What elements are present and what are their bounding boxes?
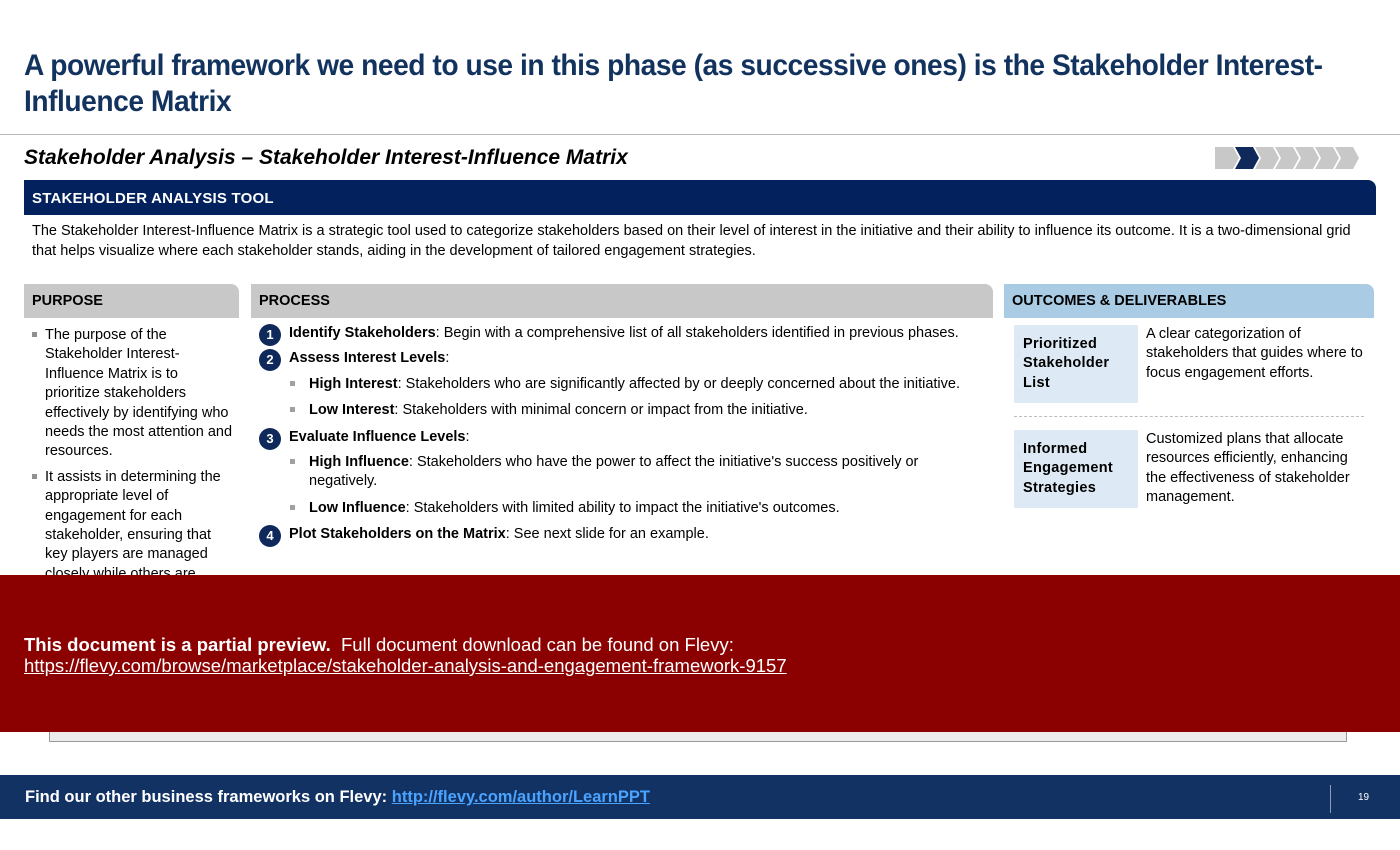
process-sub-item: Low Interest: Stakeholders with minimal … xyxy=(258,401,988,420)
sub-item-title: Low Influence xyxy=(309,499,406,516)
outcomes-header: OUTCOMES & DELIVERABLES xyxy=(1004,284,1374,318)
purpose-header: PURPOSE xyxy=(24,284,239,318)
step-number-badge: 3 xyxy=(259,427,281,450)
sub-item-text: : Stakeholders with limited ability to i… xyxy=(405,499,840,516)
footer-bar: Find our other business frameworks on Fl… xyxy=(0,775,1400,819)
outcome-item: Prioritized Stakeholder List A clear cat… xyxy=(1014,325,1364,403)
step-title: Assess Interest Levels xyxy=(289,350,446,367)
purpose-item-text: It assists in determining the appropriat… xyxy=(45,468,221,582)
square-bullet-icon xyxy=(290,504,295,510)
step-title: Plot Stakeholders on the Matrix xyxy=(289,526,506,543)
step-number-badge: 1 xyxy=(259,324,281,346)
preview-text: Full document download can be found on F… xyxy=(341,634,734,655)
slide-subtitle: Stakeholder Analysis – Stakeholder Inter… xyxy=(24,146,628,169)
footer-divider xyxy=(1330,785,1331,813)
chevron-step-1-icon xyxy=(1215,147,1239,169)
sub-item-text: : Stakeholders with minimal concern or i… xyxy=(394,402,808,419)
process-step: 2 Assess Interest Levels: xyxy=(258,349,988,372)
sub-item-text: : Stakeholders who are significantly aff… xyxy=(397,375,960,392)
process-step: 1 Identify Stakeholders: Begin with a co… xyxy=(258,324,988,346)
outcome-divider xyxy=(1014,416,1364,417)
outcome-label: Prioritized Stakeholder List xyxy=(1014,325,1138,403)
page-number: 19 xyxy=(1358,792,1370,803)
step-text: : xyxy=(465,428,470,445)
step-text: : See next slide for an example. xyxy=(505,526,709,543)
purpose-item: It assists in determining the appropriat… xyxy=(30,468,235,584)
tool-header: STAKEHOLDER ANALYSIS TOOL xyxy=(24,180,1376,215)
preview-message: This document is a partial preview. Full… xyxy=(24,634,787,676)
progress-chevrons xyxy=(1215,147,1359,169)
step-text: : Begin with a comprehensive list of all… xyxy=(435,325,959,341)
square-bullet-icon xyxy=(32,473,37,479)
outcome-text: Customized plans that allocate resources… xyxy=(1146,431,1350,506)
step-title: Identify Stakeholders xyxy=(289,325,436,341)
title-divider xyxy=(0,134,1400,135)
step-number-badge: 2 xyxy=(259,349,281,372)
square-bullet-icon xyxy=(290,380,295,386)
process-step: 3 Evaluate Influence Levels: xyxy=(258,427,988,450)
process-sub-item: High Influence: Stakeholders who have th… xyxy=(258,453,988,492)
preview-banner: This document is a partial preview. Full… xyxy=(0,575,1400,732)
step-number-badge: 4 xyxy=(259,525,281,548)
purpose-item: The purpose of the Stakeholder Interest-… xyxy=(30,326,235,462)
purpose-list: The purpose of the Stakeholder Interest-… xyxy=(30,326,235,590)
sub-item-title: High Interest xyxy=(309,375,398,392)
square-bullet-icon xyxy=(290,407,295,413)
outcome-label: Informed Engagement Strategies xyxy=(1014,430,1138,508)
preview-bold-text: This document is a partial preview. xyxy=(24,634,331,655)
process-header: PROCESS xyxy=(251,284,993,318)
footer-text: Find our other business frameworks on Fl… xyxy=(25,788,388,806)
step-text: : xyxy=(445,350,450,367)
tool-description: The Stakeholder Interest-Influence Matri… xyxy=(32,223,1351,259)
preview-download-link[interactable]: https://flevy.com/browse/marketplace/sta… xyxy=(24,655,787,676)
purpose-item-text: The purpose of the Stakeholder Interest-… xyxy=(45,327,233,460)
footer-message: Find our other business frameworks on Fl… xyxy=(25,788,650,807)
sub-item-title: High Influence xyxy=(309,454,409,471)
outcome-item: Informed Engagement Strategies Customize… xyxy=(1014,430,1364,508)
process-sub-item: Low Influence: Stakeholders with limited… xyxy=(258,499,988,518)
slide-title: A powerful framework we need to use in t… xyxy=(24,49,1323,118)
step-title: Evaluate Influence Levels xyxy=(289,428,466,445)
outcome-text: A clear categorization of stakeholders t… xyxy=(1146,326,1363,381)
square-bullet-icon xyxy=(32,332,37,337)
process-steps: 1 Identify Stakeholders: Begin with a co… xyxy=(258,324,988,551)
square-bullet-icon xyxy=(290,459,295,465)
process-step: 4 Plot Stakeholders on the Matrix: See n… xyxy=(258,525,988,548)
process-sub-item: High Interest: Stakeholders who are sign… xyxy=(258,375,988,394)
sub-item-title: Low Interest xyxy=(309,402,395,419)
footer-author-link[interactable]: http://flevy.com/author/LearnPPT xyxy=(392,788,650,806)
